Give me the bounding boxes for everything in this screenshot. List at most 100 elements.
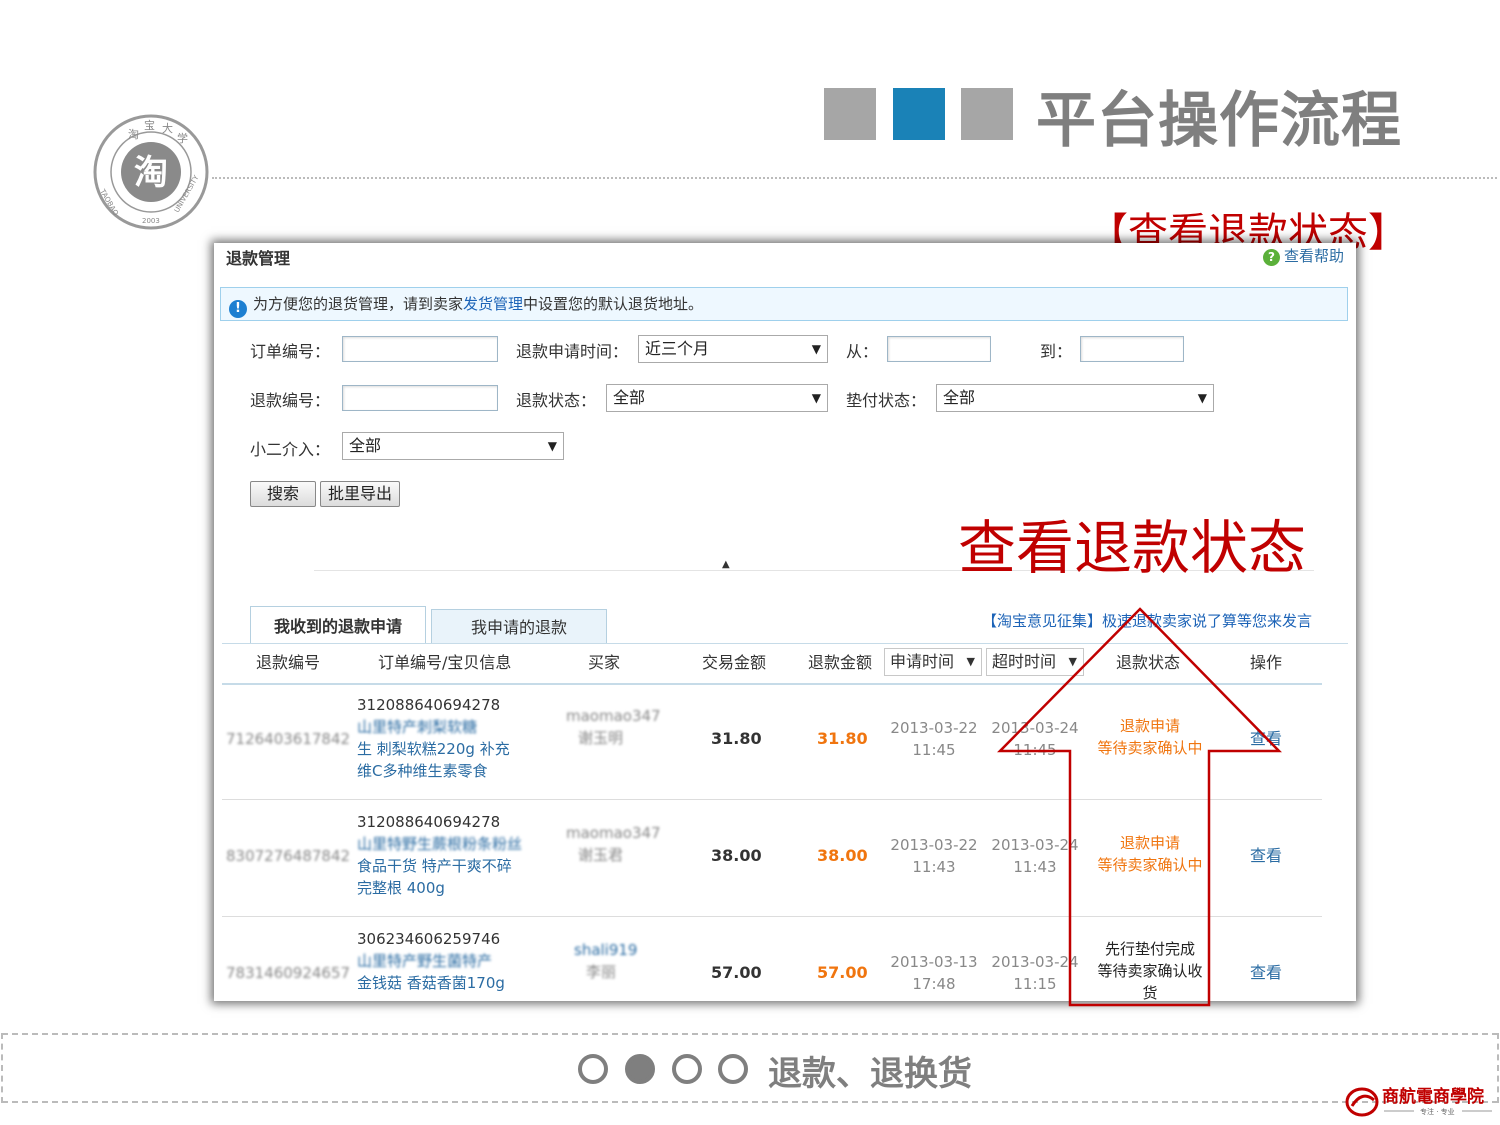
apply-time: 2013-03-22 11:45	[890, 717, 978, 761]
svg-text:大: 大	[162, 121, 173, 135]
red-up-arrow-icon	[997, 607, 1282, 1007]
slide-title: 平台操作流程	[1036, 86, 1402, 156]
header-square-2	[893, 88, 945, 140]
xiaoer-value: 全部	[349, 436, 382, 455]
taobao-university-logo: 淘 淘 宝 大 学 TAOBAO 2003 UNIVERSITY	[93, 114, 209, 230]
from-date-input[interactable]	[887, 336, 991, 362]
item-title-blurred: 山里特野生蕨根粉条粉丝	[357, 835, 523, 853]
order-no: 312088640694278	[357, 813, 501, 831]
to-label: 到：	[1040, 342, 1073, 361]
apply-time-select[interactable]: 近三个月 ▼	[638, 335, 828, 363]
help-link-label: 查看帮助	[1283, 247, 1344, 265]
item-title-line[interactable]: 生 刺梨软糕220g 补充	[357, 738, 510, 760]
header-square-1	[824, 88, 876, 140]
footer-frame	[2, 1033, 1498, 1103]
apply-time-value: 近三个月	[645, 339, 710, 358]
item-title-line[interactable]: 完整根 400g	[357, 877, 445, 899]
brand-name: 商航電商學院	[1382, 1086, 1484, 1107]
refund-status-label: 退款状态：	[516, 391, 597, 410]
footer-section-title: 退款、退换货	[768, 1054, 972, 1094]
advance-status-select[interactable]: 全部 ▼	[936, 384, 1214, 412]
col-refund-amount: 退款金额	[808, 653, 873, 672]
progress-dot-4	[718, 1054, 748, 1084]
xiaoer-select[interactable]: 全部 ▼	[342, 432, 564, 460]
shipping-management-link[interactable]: 发货管理	[463, 295, 523, 313]
refund-management-title: 退款管理	[226, 249, 291, 268]
refund-amount: 31.80	[817, 729, 868, 748]
order-no-input[interactable]	[342, 336, 498, 362]
advance-status-label: 垫付状态：	[846, 391, 927, 410]
notice-text-before: 为方便您的退货管理，请到卖家	[253, 295, 464, 313]
chevron-down-icon: ▼	[811, 391, 821, 405]
buyer-name: 李丽	[586, 963, 617, 981]
item-title-blurred: 山里特产刺梨软糖	[357, 718, 478, 736]
refund-amount: 38.00	[817, 846, 868, 865]
refund-no: 8307276487842	[226, 847, 351, 865]
buyer-id: maomao347	[566, 824, 661, 842]
apply-date: 2013-03-13	[890, 953, 978, 971]
brand-logo: 商航電商學院 专注 · 专业	[1345, 1086, 1492, 1117]
buyer-name: 谢玉明	[578, 729, 624, 747]
apply-date: 2013-03-22	[890, 836, 978, 854]
col-apply-time-sort[interactable]: 申请时间 ▼	[884, 648, 982, 676]
item-title-line[interactable]: 金钱菇 香菇香菌170g	[357, 972, 505, 994]
refund-no-label: 退款编号：	[250, 391, 331, 410]
xiaoer-label: 小二介入：	[250, 440, 331, 459]
apply-time: 2013-03-22 11:43	[890, 834, 978, 878]
chevron-down-icon: ▼	[811, 342, 821, 356]
refund-status-value: 全部	[613, 388, 646, 407]
svg-text:淘: 淘	[134, 153, 168, 193]
refund-no-input[interactable]	[342, 385, 498, 411]
export-button[interactable]: 批里导出	[320, 481, 400, 507]
to-date-input[interactable]	[1080, 336, 1184, 362]
buyer-id: shali919	[574, 941, 638, 959]
col-refund-no: 退款编号	[256, 653, 321, 672]
progress-dot-3	[672, 1054, 702, 1084]
collapse-caret-icon[interactable]: ▲	[722, 559, 730, 570]
trade-amount: 31.80	[711, 729, 762, 748]
svg-text:宝: 宝	[144, 118, 155, 132]
col-buyer: 买家	[588, 653, 621, 672]
header-divider	[212, 177, 1497, 179]
notice-bar: ! 为方便您的退货管理，请到卖家发货管理中设置您的默认退货地址。	[220, 287, 1348, 321]
col-order-item: 订单编号/宝贝信息	[378, 653, 512, 672]
order-no: 306234606259746	[357, 930, 501, 948]
item-title-blurred: 山里特产野生菌特产	[357, 952, 493, 970]
brand-tagline: 专注 · 专业	[1420, 1107, 1455, 1116]
chevron-down-icon: ▼	[547, 439, 557, 453]
chevron-down-icon: ▼	[1197, 391, 1207, 405]
col-trade-amount: 交易金额	[702, 653, 767, 672]
apply-clock: 17:48	[912, 975, 956, 993]
notice-text-after: 中设置您的默认退货地址。	[523, 295, 704, 313]
apply-date: 2013-03-22	[890, 719, 978, 737]
from-label: 从：	[846, 342, 879, 361]
trade-amount: 38.00	[711, 846, 762, 865]
progress-dot-1	[578, 1054, 608, 1084]
apply-time: 2013-03-13 17:48	[890, 951, 978, 995]
footer-frame-left	[1, 1033, 3, 1103]
refund-no: 7831460924657	[226, 964, 351, 982]
svg-text:学: 学	[177, 131, 188, 145]
help-link[interactable]: ? 查看帮助	[1262, 245, 1344, 266]
tab-received-refunds[interactable]: 我收到的退款申请	[250, 606, 426, 644]
buyer-id: maomao347	[566, 707, 661, 725]
item-title-line[interactable]: 食品干货 特产干爽不碎	[357, 855, 512, 877]
advance-status-value: 全部	[943, 388, 976, 407]
header-square-3	[961, 88, 1013, 140]
item-title-line[interactable]: 维C多种维生素零食	[357, 760, 487, 782]
chevron-down-icon: ▼	[966, 655, 975, 668]
refund-status-select[interactable]: 全部 ▼	[606, 384, 828, 412]
footer-frame-right	[1497, 1033, 1499, 1103]
trade-amount: 57.00	[711, 963, 762, 982]
apply-clock: 11:45	[912, 741, 956, 759]
tab-my-refunds[interactable]: 我申请的退款	[431, 609, 607, 644]
search-button[interactable]: 搜索	[250, 481, 316, 507]
svg-text:2003: 2003	[142, 217, 160, 225]
apply-time-label: 退款申请时间：	[516, 342, 629, 361]
apply-clock: 11:43	[912, 858, 956, 876]
progress-dot-2	[625, 1054, 655, 1084]
info-icon: !	[229, 300, 247, 318]
order-no: 312088640694278	[357, 696, 501, 714]
slide: 平台操作流程 淘 淘 宝 大 学 TAOBAO 2003 UNIVERSITY …	[0, 0, 1500, 1125]
refund-amount: 57.00	[817, 963, 868, 982]
